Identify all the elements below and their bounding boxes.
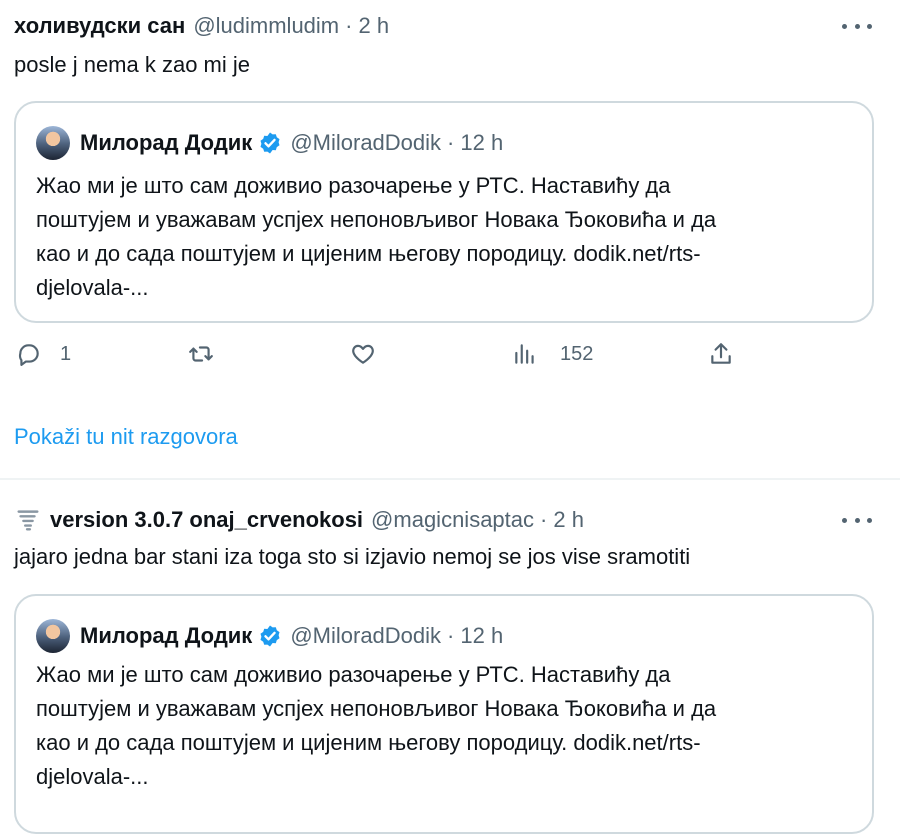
quoted-text-line: као и до сада поштујем и цијеним његову …: [36, 730, 701, 755]
avatar[interactable]: [36, 126, 70, 160]
share-icon: [711, 343, 731, 364]
tornado-emoji-icon: [14, 506, 42, 534]
quoted-tweet-text: Жао ми је што сам доживио разочарење у Р…: [36, 169, 856, 305]
views-button[interactable]: 152: [512, 341, 593, 367]
reply-button[interactable]: 1: [16, 341, 71, 367]
tweet-actions: 1 152: [0, 341, 900, 381]
reply-count: 1: [60, 342, 72, 365]
author-handle[interactable]: @magicnisaptac: [371, 507, 534, 533]
retweet-button[interactable]: [188, 341, 214, 367]
show-thread-link[interactable]: Pokaži tu nit razgovora: [14, 424, 238, 450]
avatar[interactable]: [36, 619, 70, 653]
separator-dot: ·: [447, 130, 455, 155]
author-name[interactable]: холивудски сан: [14, 13, 185, 39]
views-icon: [515, 344, 534, 364]
quoted-text-line: поштујем и уважавам успјех непоновљивог …: [36, 207, 717, 232]
quoted-tweet[interactable]: Милорад Додик @MiloradDodik · 12 h Жао м…: [14, 101, 874, 323]
tweet-time[interactable]: 2 h: [553, 507, 584, 533]
tweet-1[interactable]: холивудски сан @ludimmludim · 2 h posle …: [0, 0, 900, 478]
quoted-author-name: Милорад Додик: [80, 623, 253, 648]
separator-dot: ·: [540, 507, 548, 532]
divider: [0, 478, 900, 480]
quoted-tweet-text: Жао ми је што сам доживио разочарење у Р…: [36, 658, 856, 794]
tweet-text: jajaro jedna bar stani iza toga sto si i…: [14, 544, 691, 569]
tweet-2-header: version 3.0.7 onaj_crvenokosi @magicnisa…: [14, 505, 584, 535]
more-icon[interactable]: [842, 512, 872, 528]
verified-badge-icon: [258, 624, 282, 648]
separator-dot: ·: [345, 13, 353, 38]
verified-badge-icon: [258, 131, 282, 155]
quoted-author-name: Милорад Додик: [80, 130, 253, 155]
heart-icon: [352, 344, 374, 364]
quoted-tweet-time: 12 h: [460, 130, 504, 155]
retweet-icon: [189, 346, 213, 362]
tweet-text: posle j nema k zao mi je: [14, 52, 250, 77]
quoted-text-line: djelovala-...: [36, 275, 149, 300]
quoted-author-handle: @MiloradDodik: [290, 130, 442, 155]
tweet-1-header: холивудски сан @ludimmludim · 2 h: [14, 11, 389, 41]
quoted-text-line: djelovala-...: [36, 764, 149, 789]
quoted-text-line: поштујем и уважавам успјех непоновљивог …: [36, 696, 717, 721]
quoted-tweet-time: 12 h: [460, 623, 504, 648]
share-button[interactable]: [708, 341, 734, 367]
quoted-tweet[interactable]: Милорад Додик @MiloradDodik · 12 h Жао м…: [14, 594, 874, 834]
separator-dot: ·: [447, 623, 455, 648]
quoted-tweet-header: Милорад Додик @MiloradDodik · 12 h: [36, 125, 503, 161]
more-icon[interactable]: [842, 18, 872, 34]
tweet-time[interactable]: 2 h: [358, 13, 389, 39]
quoted-text-line: као и до сада поштујем и цијеним његову …: [36, 241, 701, 266]
author-name[interactable]: version 3.0.7 onaj_crvenokosi: [50, 507, 363, 533]
quoted-author-handle: @MiloradDodik: [290, 623, 442, 648]
quoted-tweet-header: Милорад Додик @MiloradDodik · 12 h: [36, 618, 503, 654]
quoted-text-line: Жао ми је што сам доживио разочарење у Р…: [36, 662, 671, 687]
reply-icon: [18, 344, 39, 366]
quoted-text-line: Жао ми је што сам доживио разочарење у Р…: [36, 173, 671, 198]
like-button[interactable]: [350, 341, 376, 367]
author-handle[interactable]: @ludimmludim: [193, 13, 339, 39]
views-count: 152: [560, 342, 594, 365]
